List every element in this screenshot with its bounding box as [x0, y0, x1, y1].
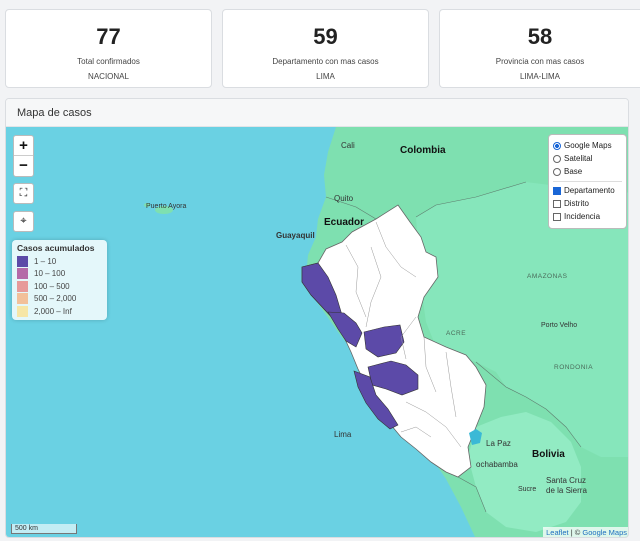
- legend-label: 10 – 100: [34, 269, 66, 279]
- overlay-distrito[interactable]: Distrito: [553, 197, 622, 210]
- attribution-sep: | ©: [568, 528, 583, 537]
- legend-swatch: [17, 293, 28, 305]
- leaflet-link[interactable]: Leaflet: [546, 528, 569, 537]
- zoom-control: + −: [13, 135, 34, 177]
- map-label-rondonia: RONDONIA: [554, 364, 594, 371]
- map-basemap: [6, 127, 628, 537]
- map-label-ecuador: Ecuador: [324, 217, 365, 228]
- legend-item: 1 – 10: [17, 255, 102, 268]
- kpi-label: Departamento con mas casos: [272, 57, 379, 66]
- layers-control: Google Maps Satelital Base Departamento …: [548, 134, 627, 229]
- checkbox-icon: [553, 186, 561, 195]
- map-label-cali: Cali: [341, 141, 355, 150]
- zoom-in-button[interactable]: +: [14, 136, 33, 156]
- kpi-sub: NACIONAL: [88, 72, 129, 81]
- map-label-bolivia: Bolivia: [532, 449, 565, 460]
- legend-item: 500 – 2,000: [17, 293, 102, 306]
- kpi-label: Provincia con mas casos: [495, 57, 585, 66]
- map-label-de-la-sierra: de la Sierra: [546, 486, 587, 495]
- layer-label: Satelital: [564, 154, 593, 163]
- overlay-departamento[interactable]: Departamento: [553, 184, 622, 197]
- scale-bar: 500 km: [11, 524, 77, 534]
- fullscreen-icon: ⛶: [19, 187, 28, 199]
- google-maps-link[interactable]: Google Maps: [582, 528, 627, 537]
- map-label-guayaquil: Guayaquil: [276, 231, 315, 240]
- map-label-la-paz: La Paz: [486, 439, 511, 448]
- legend-title: Casos acumulados: [17, 243, 95, 253]
- kpi-top-department: 59 Departamento con mas casos LIMA: [222, 9, 429, 88]
- legend-label: 500 – 2,000: [34, 294, 77, 304]
- layer-label: Base: [564, 167, 583, 176]
- map-label-colombia: Colombia: [400, 145, 446, 156]
- checkbox-icon: [553, 199, 561, 208]
- legend-label: 1 – 10: [34, 256, 57, 266]
- legend-swatch: [17, 280, 28, 292]
- radio-icon: [553, 141, 561, 150]
- kpi-value: 59: [313, 24, 338, 49]
- layer-base[interactable]: Base: [553, 165, 622, 178]
- layer-google-maps[interactable]: Google Maps: [553, 139, 622, 152]
- legend-swatch: [17, 268, 28, 280]
- legend-item: 100 – 500: [17, 280, 102, 293]
- radio-icon: [553, 154, 561, 163]
- kpi-top-province: 58 Provincia con mas casos LIMA-LIMA: [439, 9, 640, 88]
- zoom-out-button[interactable]: −: [14, 156, 33, 176]
- legend-item: 2,000 – Inf: [17, 305, 102, 318]
- legend: Casos acumulados 1 – 10 10 – 100 100 – 5…: [12, 240, 107, 320]
- overlay-incidencia[interactable]: Incidencia: [553, 210, 622, 223]
- kpi-label: Total confirmados: [77, 57, 140, 66]
- kpi-sub: LIMA-LIMA: [519, 72, 560, 81]
- fullscreen-button[interactable]: ⛶: [13, 183, 34, 204]
- legend-item: 10 – 100: [17, 268, 102, 281]
- map-attribution: Leaflet | © Google Maps: [543, 527, 628, 537]
- panel-title: Mapa de casos: [6, 99, 628, 127]
- map-label-cochabamba: ochabamba: [476, 460, 518, 469]
- map-label-lima: Lima: [334, 430, 352, 439]
- kpi-value: 77: [96, 24, 121, 49]
- layers-separator: [553, 181, 622, 182]
- map-label-puerto-ayora: Puerto Ayora: [146, 203, 187, 210]
- map-canvas[interactable]: Cali Colombia Quito Ecuador Guayaquil Pu…: [6, 127, 628, 537]
- map-label-quito: Quito: [334, 194, 354, 203]
- reset-view-icon: ⌖: [20, 215, 27, 227]
- map-panel: Mapa de casos Cali Colombia Quito Ecuado…: [5, 98, 629, 538]
- layer-label: Departamento: [564, 186, 615, 195]
- map-label-amazonas: AMAZONAS: [527, 273, 568, 280]
- reset-view-button[interactable]: ⌖: [13, 211, 34, 232]
- kpi-sub: LIMA: [316, 72, 335, 81]
- kpi-value: 58: [527, 24, 553, 49]
- checkbox-icon: [553, 212, 561, 221]
- map-label-sucre: Sucre: [518, 486, 537, 493]
- layer-label: Distrito: [564, 199, 589, 208]
- radio-icon: [553, 167, 561, 176]
- map-label-acre: ACRE: [446, 330, 467, 337]
- kpi-total-confirmed: 77 Total confirmados NACIONAL: [5, 9, 212, 88]
- layer-label: Google Maps: [564, 141, 612, 150]
- legend-swatch: [17, 255, 28, 267]
- map-label-santa-cruz: Santa Cruz: [546, 476, 587, 485]
- legend-label: 2,000 – Inf: [34, 306, 72, 316]
- layer-label: Incidencia: [564, 212, 601, 221]
- legend-swatch: [17, 305, 28, 317]
- legend-label: 100 – 500: [34, 281, 70, 291]
- map-label-porto-velho: Porto Velho: [541, 322, 578, 329]
- layer-satelital[interactable]: Satelital: [553, 152, 622, 165]
